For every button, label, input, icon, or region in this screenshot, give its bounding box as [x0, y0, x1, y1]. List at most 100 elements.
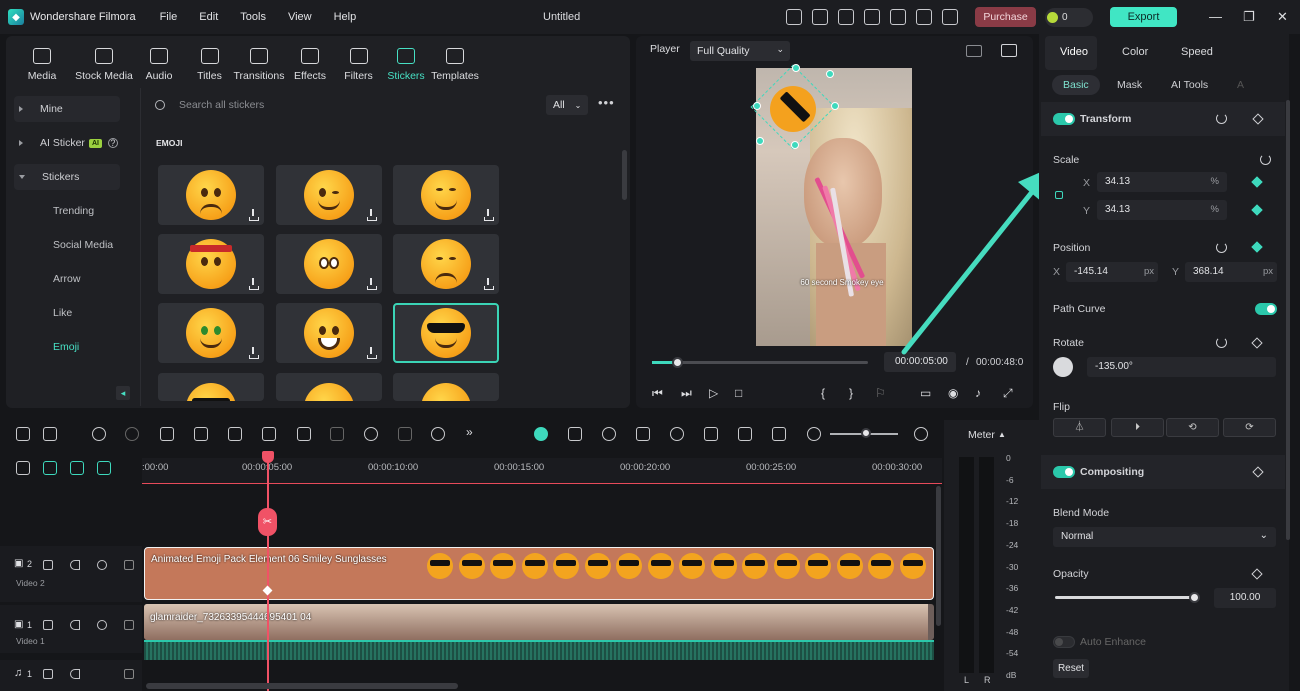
sidebar-item-like[interactable]: Like [53, 307, 72, 319]
snapshot-icon[interactable] [738, 427, 752, 441]
shape-icon[interactable] [297, 427, 311, 441]
export-button[interactable]: Export [1110, 7, 1177, 27]
sticker-tile[interactable] [158, 234, 264, 294]
flip-vertical-button[interactable]: ⏵ [1111, 418, 1164, 437]
sticker-tile[interactable] [158, 165, 264, 225]
compositing-section[interactable]: Compositing [1041, 455, 1285, 489]
resize-handle[interactable] [753, 102, 761, 110]
rotate-input[interactable]: -135.00° [1087, 357, 1276, 377]
compositing-toggle[interactable] [1053, 466, 1075, 478]
menu-file[interactable]: File [160, 11, 178, 23]
subtitle-icon[interactable] [704, 427, 718, 441]
sticker-tile[interactable] [393, 373, 499, 401]
tab-stickers[interactable]: Stickers [382, 38, 430, 88]
resize-handle[interactable] [792, 64, 800, 72]
resize-handle[interactable] [831, 102, 839, 110]
text-icon[interactable] [262, 427, 276, 441]
download-icon[interactable] [248, 278, 259, 290]
tab-speed[interactable]: Speed [1181, 46, 1213, 58]
maximize-icon[interactable]: ❐ [1243, 9, 1255, 25]
cloud-icon[interactable] [890, 9, 906, 25]
delete-icon[interactable] [160, 427, 174, 441]
volume-icon[interactable]: ♪ [975, 386, 981, 400]
layout-icon[interactable] [16, 427, 30, 441]
tab-titles[interactable]: Titles [186, 38, 233, 88]
fullscreen-icon[interactable]: ⤢ [1003, 386, 1013, 401]
download-icon[interactable] [248, 347, 259, 359]
subtab-more[interactable]: A [1237, 79, 1244, 91]
ai-icon[interactable] [431, 427, 445, 441]
sidebar-item-social-media[interactable]: Social Media [53, 239, 113, 251]
flip-horizontal-button[interactable]: ⏃ [1053, 418, 1106, 437]
speaker-icon[interactable] [70, 620, 80, 630]
auto-enhance-toggle[interactable] [1053, 636, 1075, 648]
download-icon[interactable] [483, 209, 494, 221]
transform-section[interactable]: Transform [1041, 102, 1285, 136]
menu-help[interactable]: Help [334, 11, 357, 23]
monitor-icon[interactable] [838, 9, 854, 25]
sticker-tile[interactable] [276, 373, 382, 401]
camera-icon[interactable]: ◉ [948, 386, 958, 400]
rotate-reset-icon[interactable] [1216, 337, 1227, 348]
sticker-tile-selected[interactable] [393, 303, 499, 363]
mark-out-icon[interactable]: } [849, 386, 853, 400]
speaker-icon[interactable] [70, 669, 80, 679]
account-badge[interactable]: 0 [1045, 8, 1109, 94]
lock-icon[interactable] [124, 669, 134, 679]
position-x-input[interactable]: -145.14 px [1066, 262, 1158, 282]
link-icon[interactable] [43, 461, 57, 475]
scrollbar[interactable] [622, 150, 627, 200]
scale-reset-icon[interactable] [1260, 154, 1271, 165]
opacity-input[interactable]: 100.00 [1214, 588, 1276, 608]
send-icon[interactable] [786, 9, 802, 25]
sticker-tile[interactable] [393, 234, 499, 294]
blend-mode-select[interactable]: Normal ⌄ [1053, 527, 1276, 547]
speaker-icon[interactable] [70, 560, 80, 570]
subtab-ai-tools[interactable]: AI Tools [1171, 79, 1208, 91]
download-icon[interactable] [366, 347, 377, 359]
playhead-line[interactable] [267, 452, 269, 691]
shield-icon[interactable] [636, 427, 650, 441]
folder-icon[interactable] [43, 560, 53, 570]
minimize-icon[interactable]: — [1209, 9, 1222, 24]
keyframe-icon[interactable] [1252, 113, 1264, 125]
purchase-button[interactable]: Purchase [975, 7, 1036, 27]
tab-templates[interactable]: Templates [430, 38, 480, 88]
folder-icon[interactable] [43, 669, 53, 679]
audio-waveform[interactable] [144, 642, 934, 660]
download-icon[interactable] [366, 209, 377, 221]
sticker-tile[interactable] [158, 373, 264, 401]
save-icon[interactable] [864, 9, 880, 25]
resize-handle[interactable] [826, 70, 834, 78]
scale-x-input[interactable]: 34.13% [1097, 172, 1227, 192]
tab-effects[interactable]: Effects [285, 38, 335, 88]
sidebar-item-stickers[interactable]: Stickers [14, 164, 120, 190]
zoom-in-icon[interactable] [914, 427, 928, 441]
rotate-left-button[interactable]: ⟲ [1166, 418, 1219, 437]
sticker-tile[interactable] [158, 303, 264, 363]
rotate-dial[interactable] [1053, 357, 1073, 377]
sticker-tile[interactable] [276, 234, 382, 294]
tab-video[interactable]: Video [1060, 46, 1088, 58]
split-scissors-icon[interactable]: ✂ [258, 508, 277, 536]
zoom-out-icon[interactable] [807, 427, 821, 441]
play-icon[interactable]: ▷ [709, 386, 718, 400]
preview-scrubber[interactable] [672, 357, 683, 368]
split-icon[interactable] [194, 427, 208, 441]
snapshot-view-icon[interactable] [1001, 44, 1017, 57]
magnet-icon[interactable] [97, 461, 111, 475]
mask-icon[interactable] [330, 427, 344, 441]
sidebar-item-mine[interactable]: Mine [14, 96, 120, 122]
zoom-slider-knob[interactable] [861, 428, 871, 438]
filter-select[interactable]: All ⌄ [546, 95, 588, 115]
menu-view[interactable]: View [288, 11, 312, 23]
lock-icon[interactable] [124, 560, 134, 570]
search-input[interactable]: Search all stickers [179, 99, 264, 111]
redo-icon[interactable] [125, 427, 139, 441]
resize-handle[interactable] [756, 137, 764, 145]
color-icon[interactable] [398, 427, 412, 441]
grid-view-icon[interactable] [966, 45, 982, 57]
sticker-tile[interactable] [276, 303, 382, 363]
fit-icon[interactable] [772, 427, 786, 441]
sidebar-item-emoji[interactable]: Emoji [53, 341, 79, 353]
